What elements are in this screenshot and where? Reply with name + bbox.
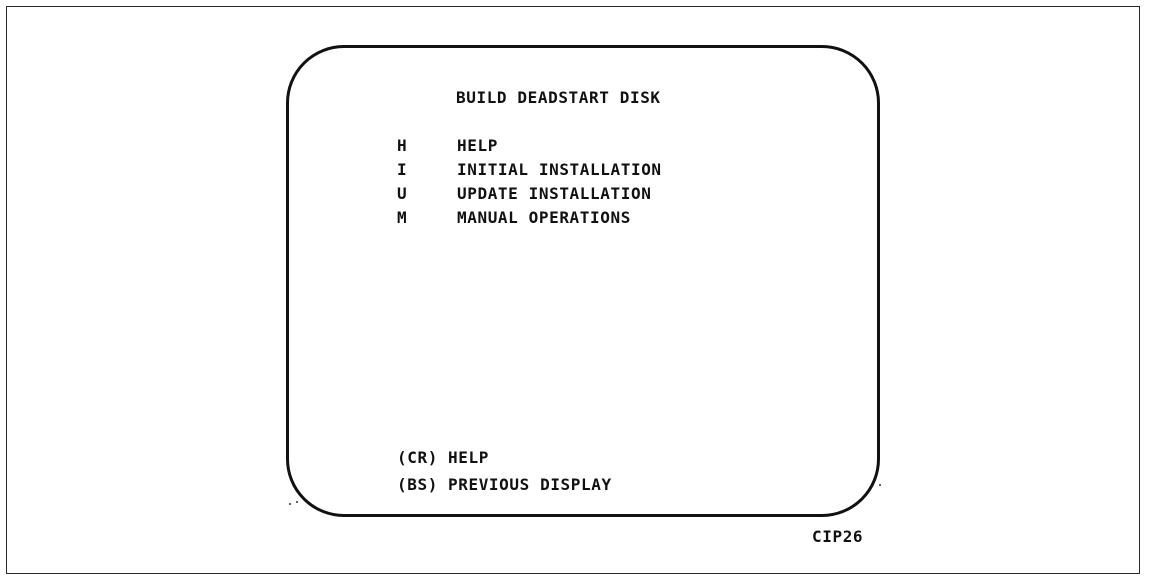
figure-id: CIP26 <box>812 527 864 546</box>
menu-item-initial-installation[interactable]: INITIAL INSTALLATION <box>457 160 662 180</box>
terminal-screen <box>286 45 880 517</box>
menu-item-update-installation[interactable]: UPDATE INSTALLATION <box>457 184 651 204</box>
menu-key-help[interactable]: H <box>397 136 407 156</box>
menu-item-help[interactable]: HELP <box>457 136 498 156</box>
footer-previous-display[interactable]: PREVIOUS DISPLAY <box>448 475 612 495</box>
menu-item-manual-operations[interactable]: MANUAL OPERATIONS <box>457 208 631 228</box>
footer-key-bs[interactable]: (BS) <box>397 475 438 495</box>
menu-key-initial-installation[interactable]: I <box>397 160 407 180</box>
scan-speck <box>879 484 881 486</box>
footer-help[interactable]: HELP <box>448 448 489 468</box>
menu-key-update-installation[interactable]: U <box>397 184 407 204</box>
screen-title: BUILD DEADSTART DISK <box>456 88 661 107</box>
scan-speck <box>296 501 298 503</box>
footer-key-cr[interactable]: (CR) <box>397 448 438 468</box>
scan-speck <box>289 503 291 505</box>
menu-key-manual-operations[interactable]: M <box>397 208 407 228</box>
